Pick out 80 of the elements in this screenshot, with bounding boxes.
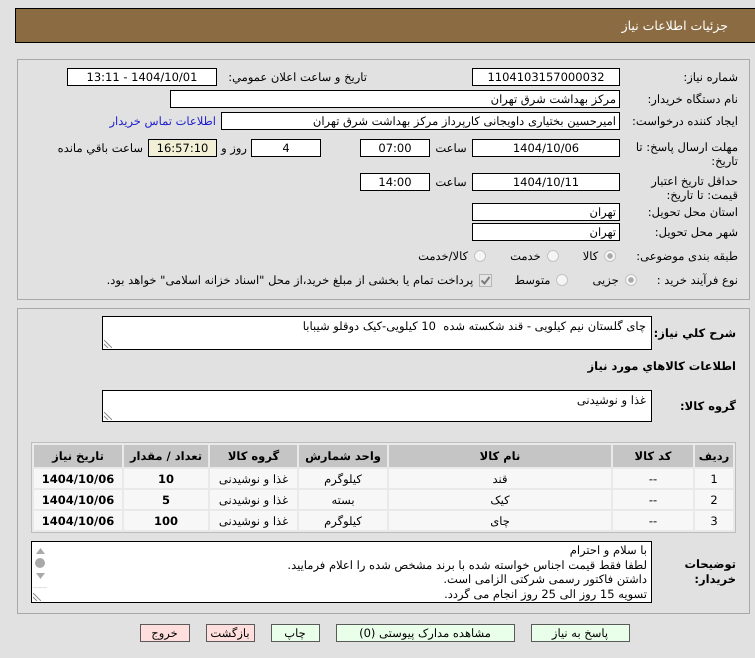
deadline-time-field[interactable]: 07:00 [360,139,430,157]
resize-grip-icon[interactable] [104,340,112,348]
table-cell: 1404/10/06 [34,511,122,530]
column-header: نام کالا [389,445,611,467]
contact-link[interactable]: اطلاعات تماس خریدار [109,112,216,130]
table-cell: قند [389,469,611,488]
print-button[interactable]: چاپ [270,624,320,642]
column-header: تاریخ نیاز [34,445,122,467]
checkbox-label: پرداخت تمام یا بخشی از مبلغ خرید،از محل "اسناد خزانه اسلامی" خواهد بود. [106,272,474,289]
city-field[interactable]: تهران [472,223,620,241]
buyer-notes-field[interactable]: با سلام و احترام لطفا فقط قیمت اجناس خواسته شده با برند مشخص شده را اعلام فرمایید. داشتن فاکتور رسمی شرکتی الزامی است. تسویه 15 روز الی 25 روز انجام می گردد. [31,541,652,603]
table-cell: چای [389,511,611,530]
table-cell: 100 [124,511,208,530]
table-cell: 2 [695,490,733,509]
field-label: روز و [220,140,248,157]
need-number-field[interactable]: 1104103157000032 [472,68,620,86]
back-button[interactable]: بازگشت [206,624,254,642]
option-label: جزیی [592,272,619,289]
field-label: شهر محل تحویل: [654,224,738,241]
scroll-down-icon[interactable] [36,573,44,579]
page-title: جزئیات اطلاعات نیاز [622,18,728,33]
option-label: کالا/خدمت [418,248,468,265]
table-cell: 10 [124,469,208,488]
table-cell: غذا و نوشیدنی [210,490,297,509]
scroll-thumb[interactable] [35,558,45,568]
table-cell: بسته [299,490,387,509]
goods-group-field[interactable]: غذا و نوشیدنی [102,390,652,422]
field-label: شماره نیاز: [682,69,738,86]
table-cell: 5 [124,490,208,509]
column-header: کد کالا [613,445,693,467]
table-cell: 3 [695,511,733,530]
field-label: مهلت ارسال پاسخ: تا تاریخ: [634,139,738,168]
column-header: واحد شمارش [299,445,387,467]
field-label: استان محل تحویل: [646,204,738,221]
attachments-button[interactable]: مشاهده مدارک پیوستی (0) [336,624,514,642]
table-cell: -- [613,490,693,509]
province-field[interactable]: تهران [472,203,620,221]
table-cell: -- [613,469,693,488]
field-label: حداقل تاریخ اعتبار قیمت: تا تاریخ: [650,173,738,202]
table-cell: کیلوگرم [299,511,387,530]
field-label: تاریخ و ساعت اعلان عمومي: [227,69,367,86]
table-cell: کیلوگرم [299,469,387,488]
field-label: ساعت [434,140,468,157]
field-label: ایجاد کننده درخواست: [631,113,738,130]
table-cell: -- [613,511,693,530]
field-label: ساعت [434,174,468,191]
table-cell: 1404/10/06 [34,469,122,488]
option-label: متوسط [514,272,550,289]
field-label: طبقه بندی موضوعی: [636,248,738,265]
validity-date-field[interactable]: 1404/10/11 [472,173,620,191]
scroll-up-icon[interactable] [36,548,44,554]
table-cell: کیک [389,490,611,509]
field-label: نوع فرآیند خرید : [656,272,738,289]
table-cell: 1404/10/06 [34,490,122,509]
resize-grip-icon[interactable] [104,412,112,420]
announcement-date-field[interactable]: 1404/10/01 - 13:11 [67,68,217,86]
buyer-org-field[interactable]: مرکز بهداشت شرق تهران [170,90,620,108]
remaining-time-field[interactable]: 16:57:10 [148,139,217,157]
days-field[interactable]: 4 [251,139,321,157]
option-label: خدمت [510,248,541,265]
field-label: ساعت باقي مانده [58,140,143,157]
column-header: تعداد / مقدار [124,445,208,467]
validity-time-field[interactable]: 14:00 [360,173,430,191]
field-label: گروه کالا: [679,398,736,414]
field-label: نام دستگاه خریدار: [646,91,738,108]
section-heading: اطلاعات کالاهاي مورد نیاز [586,359,736,373]
column-header: گروه کالا [210,445,297,467]
option-label: کالا [582,248,598,265]
table-cell: غذا و نوشیدنی [210,511,297,530]
description-field[interactable]: چای گلستان نیم کیلویی - قند شکسته شده 10 کیلویی-کیک دوقلو شیبابا [102,316,652,350]
field-label: شرح کلي نیاز: [652,326,736,340]
requester-field[interactable]: امیرحسین بختیاری داویجانی کارپرداز مرکز بهداشت شرق تهران [221,112,620,130]
column-header: ردیف [695,445,733,467]
table-cell: غذا و نوشیدنی [210,469,297,488]
table-cell: 1 [695,469,733,488]
exit-button[interactable]: خروج [140,624,190,642]
resize-grip-icon[interactable] [33,593,41,601]
deadline-date-field[interactable]: 1404/10/06 [472,139,620,157]
field-label: توضیحات خریدار: [684,557,736,587]
reply-button[interactable]: پاسخ به نیاز [530,624,630,642]
